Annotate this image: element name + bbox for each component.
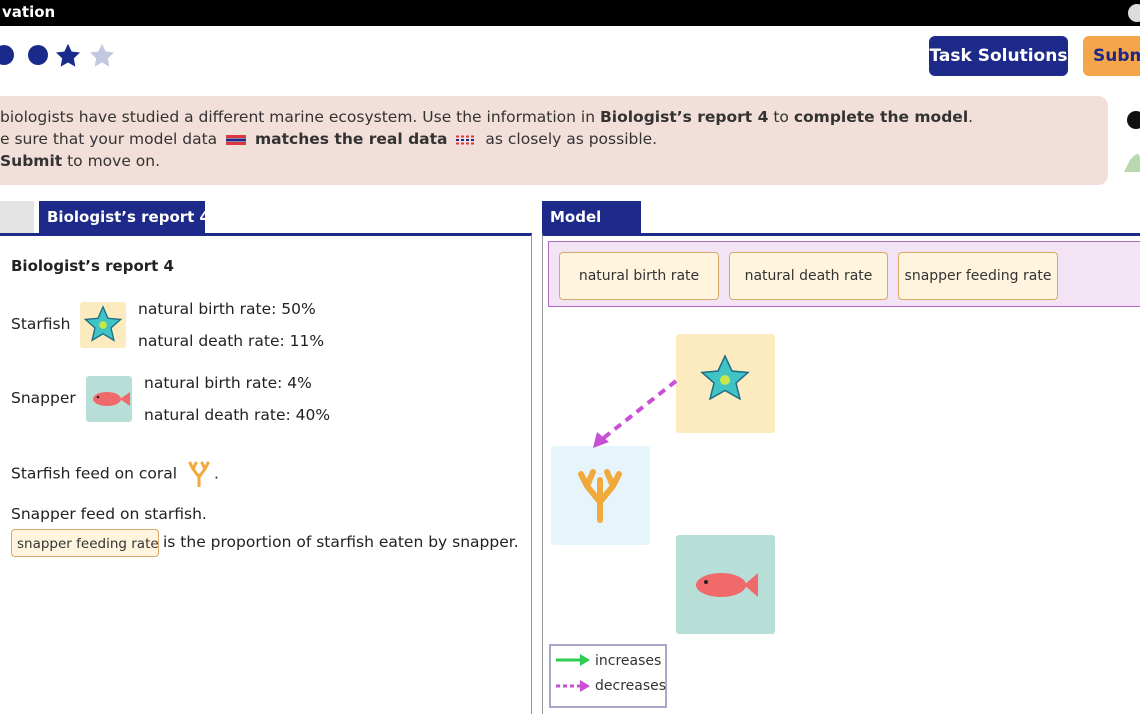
snapper-feeding-rate-chip: snapper feeding rate	[11, 529, 159, 557]
tab-model[interactable]: Model	[542, 201, 641, 233]
instruction-report-ref: Biologist’s report 4	[599, 108, 769, 126]
coral-fact-text: Starfish feed on coral	[11, 464, 178, 483]
instruction-line-1: biologists have studied a different mari…	[0, 108, 973, 126]
task-solutions-button[interactable]: Task Solutions	[929, 36, 1068, 76]
starfish-death-rate: natural death rate: 11%	[138, 332, 325, 350]
legend-decreases: decreases	[595, 678, 667, 694]
mascot-icon	[1124, 111, 1140, 172]
coral-fact: Starfish feed on coral .	[11, 461, 219, 488]
instruction-emphasis: matches the real data	[255, 130, 448, 148]
instructions-banner: biologists have studied a different mari…	[0, 96, 1108, 185]
arrow-legend: increases decreases	[549, 644, 667, 708]
legend-increases: increases	[595, 653, 662, 669]
real-data-icon	[456, 135, 477, 144]
star-empty-icon	[89, 43, 115, 67]
snapper-fact: Snapper feed on starfish.	[11, 505, 207, 523]
instruction-line-3: Submit to move on.	[0, 152, 160, 170]
coral-fact-end: .	[214, 464, 219, 483]
instruction-text: to	[768, 108, 794, 126]
model-data-icon	[226, 134, 247, 145]
snapper-birth-rate: natural birth rate: 4%	[144, 374, 312, 392]
decreases-arrow-icon	[556, 680, 590, 692]
model-panel: natural birth rate natural death rate sn…	[542, 233, 1140, 714]
progress-dot-completed	[28, 45, 48, 65]
starfish-icon	[80, 302, 126, 348]
coral-icon	[188, 461, 210, 488]
instruction-goal: complete the model	[793, 108, 969, 126]
tab-biologists-report[interactable]: Biologist’s report 4	[39, 201, 210, 233]
feeding-rate-definition: is the proportion of starfish eaten by s…	[163, 533, 519, 551]
window-titlebar: vation	[0, 0, 1140, 26]
increases-arrow-icon	[556, 654, 590, 666]
starfish-birth-rate: natural birth rate: 50%	[138, 300, 316, 318]
instruction-submit-ref: Submit	[0, 152, 63, 170]
report-title: Biologist’s report 4	[11, 257, 174, 275]
instruction-text: .	[968, 108, 974, 126]
instruction-text: to move on.	[62, 152, 161, 170]
star-filled-icon	[55, 43, 81, 67]
instruction-line-2: e sure that your model data matches the …	[0, 130, 657, 148]
instruction-text: e sure that your model data	[0, 130, 218, 148]
window-title: vation	[2, 3, 56, 21]
close-icon[interactable]	[1128, 4, 1140, 22]
instruction-text: as closely as possible.	[485, 130, 658, 148]
tab-hidden[interactable]	[0, 201, 34, 233]
snapper-death-rate: natural death rate: 40%	[144, 406, 331, 424]
snapper-label: Snapper	[11, 389, 76, 407]
starfish-label: Starfish	[11, 315, 71, 333]
progress-dot-completed	[0, 45, 14, 65]
report-panel: Biologist’s report 4 Starfish natural bi…	[0, 233, 532, 714]
instruction-text: biologists have studied a different mari…	[0, 108, 600, 126]
submit-button[interactable]: Subm	[1083, 36, 1140, 76]
snapper-fish-icon	[86, 376, 132, 422]
top-bar: Task Solutions Subm	[0, 26, 1140, 86]
